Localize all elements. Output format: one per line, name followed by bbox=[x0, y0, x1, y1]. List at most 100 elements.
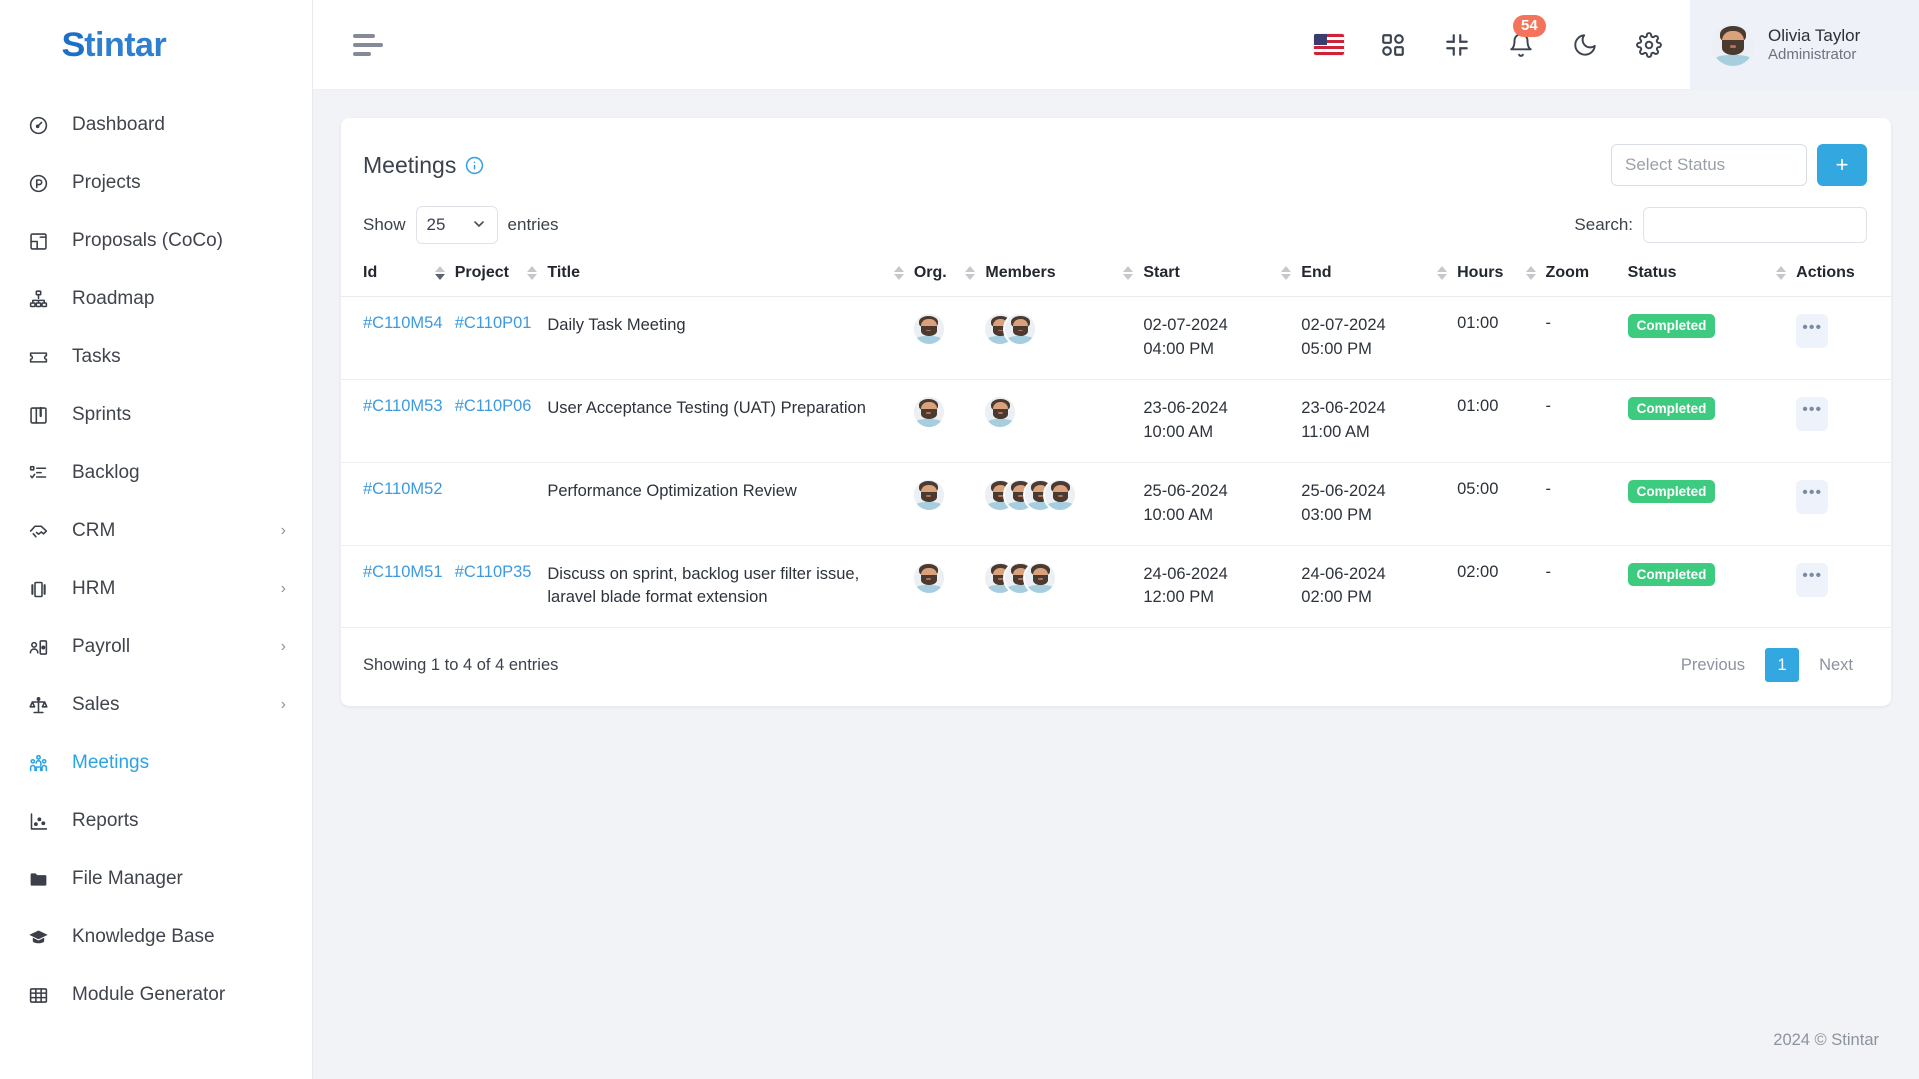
meeting-id-link[interactable]: #C110M53 bbox=[363, 397, 443, 415]
topbar: 54 Olivia Taylor Administrator bbox=[313, 0, 1919, 90]
cell-hours: 05:00 bbox=[1457, 462, 1546, 546]
column-header-members[interactable]: Members bbox=[985, 254, 1144, 297]
cell-id: #C110M53 bbox=[341, 379, 455, 463]
hamburger-icon[interactable] bbox=[353, 32, 387, 58]
column-header-id[interactable]: Id bbox=[341, 254, 455, 297]
pagination-page-1[interactable]: 1 bbox=[1765, 648, 1800, 683]
sidebar-item-label: Reports bbox=[72, 810, 139, 831]
column-header-label: Title bbox=[547, 264, 580, 281]
sidebar-item-backlog[interactable]: Backlog bbox=[0, 444, 312, 502]
moon-icon[interactable] bbox=[1568, 28, 1602, 62]
column-header-label: Org. bbox=[913, 264, 947, 281]
column-header-end[interactable]: End bbox=[1301, 254, 1458, 297]
sidebar-item-sprints[interactable]: Sprints bbox=[0, 386, 312, 444]
sort-arrows-icon[interactable] bbox=[965, 266, 985, 280]
column-header-project[interactable]: Project bbox=[454, 254, 548, 297]
brand-logo[interactable]: Stintar bbox=[0, 0, 312, 90]
sidebar-item-crm[interactable]: CRM › bbox=[0, 502, 312, 560]
cell-hours: 02:00 bbox=[1457, 545, 1546, 629]
sidebar-item-tasks[interactable]: Tasks bbox=[0, 328, 312, 386]
pagination-next[interactable]: Next bbox=[1805, 648, 1867, 682]
sidebar-item-knowledge-base[interactable]: Knowledge Base bbox=[0, 908, 312, 966]
column-header-org[interactable]: Org. bbox=[913, 254, 986, 297]
search-input[interactable] bbox=[1644, 208, 1866, 242]
circle-p-icon bbox=[28, 171, 58, 195]
cell-actions: ••• bbox=[1796, 296, 1891, 380]
meeting-id-link[interactable]: #C110M52 bbox=[363, 480, 443, 498]
row-actions-button[interactable]: ••• bbox=[1796, 314, 1829, 348]
board-icon bbox=[28, 403, 58, 427]
sidebar-item-meetings[interactable]: Meetings bbox=[0, 734, 312, 792]
add-meeting-button[interactable]: + bbox=[1817, 144, 1867, 186]
content-area: Meetings Select Status + Show 25 entries… bbox=[313, 90, 1919, 1001]
pagination-previous[interactable]: Previous bbox=[1667, 648, 1759, 682]
sidebar-item-label: Module Generator bbox=[72, 984, 226, 1005]
column-header-title[interactable]: Title bbox=[547, 254, 914, 297]
status-filter-select[interactable]: Select Status bbox=[1611, 144, 1807, 186]
chevron-right-icon: › bbox=[280, 580, 286, 597]
cell-actions: ••• bbox=[1796, 462, 1891, 546]
cell-members bbox=[985, 462, 1144, 546]
avatar bbox=[913, 562, 944, 593]
cell-org bbox=[913, 462, 986, 546]
sort-arrows-icon[interactable] bbox=[1123, 266, 1143, 280]
row-actions-button[interactable]: ••• bbox=[1796, 396, 1829, 431]
sidebar-item-roadmap[interactable]: Roadmap bbox=[0, 270, 312, 328]
profile-name: Olivia Taylor bbox=[1768, 25, 1861, 45]
sort-arrows-icon[interactable] bbox=[1437, 266, 1457, 280]
us-flag-icon[interactable] bbox=[1312, 28, 1346, 62]
sidebar-item-dashboard[interactable]: Dashboard bbox=[0, 96, 312, 154]
sidebar-item-projects[interactable]: Projects bbox=[0, 154, 312, 212]
sidebar-item-label: Tasks bbox=[72, 346, 121, 367]
profile-menu[interactable]: Olivia Taylor Administrator bbox=[1690, 0, 1919, 90]
compress-icon[interactable] bbox=[1440, 28, 1474, 62]
page-length-select[interactable]: 25 bbox=[415, 206, 498, 244]
project-id-link[interactable]: #C110P01 bbox=[455, 314, 532, 332]
row-actions-button[interactable]: ••• bbox=[1796, 562, 1829, 597]
cell-members bbox=[985, 296, 1144, 380]
sort-arrows-icon[interactable] bbox=[434, 266, 455, 280]
card-header: Meetings Select Status + bbox=[341, 118, 1891, 192]
card-header-actions: Select Status + bbox=[1611, 144, 1867, 186]
bell-icon[interactable]: 54 bbox=[1504, 14, 1546, 62]
row-actions-button[interactable]: ••• bbox=[1796, 479, 1829, 514]
meeting-id-link[interactable]: #C110M51 bbox=[363, 563, 443, 581]
column-header-hours[interactable]: Hours bbox=[1457, 254, 1546, 297]
project-id-link[interactable]: #C110P35 bbox=[455, 563, 532, 581]
sidebar-item-file-manager[interactable]: File Manager bbox=[0, 850, 312, 908]
sidebar-item-label: Backlog bbox=[72, 462, 140, 483]
sidebar-item-label: Roadmap bbox=[72, 288, 155, 309]
app-root: Stintar Dashboard Projects Proposals (CoCo… bbox=[0, 0, 1919, 1079]
handshake-icon bbox=[28, 519, 58, 543]
cell-hours: 01:00 bbox=[1457, 379, 1546, 463]
status-badge: Completed bbox=[1627, 396, 1716, 421]
column-header-start[interactable]: Start bbox=[1143, 254, 1302, 297]
sort-arrows-icon[interactable] bbox=[1776, 266, 1796, 280]
project-id-link[interactable]: #C110P06 bbox=[455, 397, 532, 415]
sidebar-item-sales[interactable]: Sales › bbox=[0, 676, 312, 734]
sort-arrows-icon[interactable] bbox=[1525, 266, 1546, 280]
sort-arrows-icon[interactable] bbox=[893, 266, 914, 280]
gear-icon[interactable] bbox=[1632, 28, 1666, 62]
person-card-icon bbox=[28, 635, 58, 659]
meeting-id-link[interactable]: #C110M54 bbox=[363, 314, 443, 332]
sidebar-item-module-generator[interactable]: Module Generator bbox=[0, 966, 312, 1024]
main-area: 54 Olivia Taylor Administrator Meetings … bbox=[313, 0, 1919, 1079]
meetings-table: Id Project Title Org. Members Start End Hours Zo… bbox=[341, 254, 1891, 629]
start-date: 02-07-2024 bbox=[1143, 316, 1228, 334]
sort-arrows-icon[interactable] bbox=[527, 266, 547, 280]
sidebar-item-hrm[interactable]: HRM › bbox=[0, 560, 312, 618]
apps-grid-icon[interactable] bbox=[1376, 28, 1410, 62]
sidebar-item-reports[interactable]: Reports bbox=[0, 792, 312, 850]
flag-graphic bbox=[1314, 34, 1344, 55]
sort-arrows-icon[interactable] bbox=[1281, 266, 1301, 280]
search-box[interactable] bbox=[1643, 207, 1867, 243]
end-date: 25-06-2024 bbox=[1301, 481, 1386, 500]
sidebar-item-payroll[interactable]: Payroll › bbox=[0, 618, 312, 676]
info-circle-icon[interactable] bbox=[465, 156, 484, 175]
sidebar-item-proposals-coco[interactable]: Proposals (CoCo) bbox=[0, 212, 312, 270]
column-header-status[interactable]: Status bbox=[1627, 254, 1797, 297]
avatar bbox=[913, 479, 944, 510]
cell-end: 25-06-2024 03:00 PM bbox=[1301, 462, 1458, 546]
sidebar-item-label: Sprints bbox=[72, 404, 132, 425]
